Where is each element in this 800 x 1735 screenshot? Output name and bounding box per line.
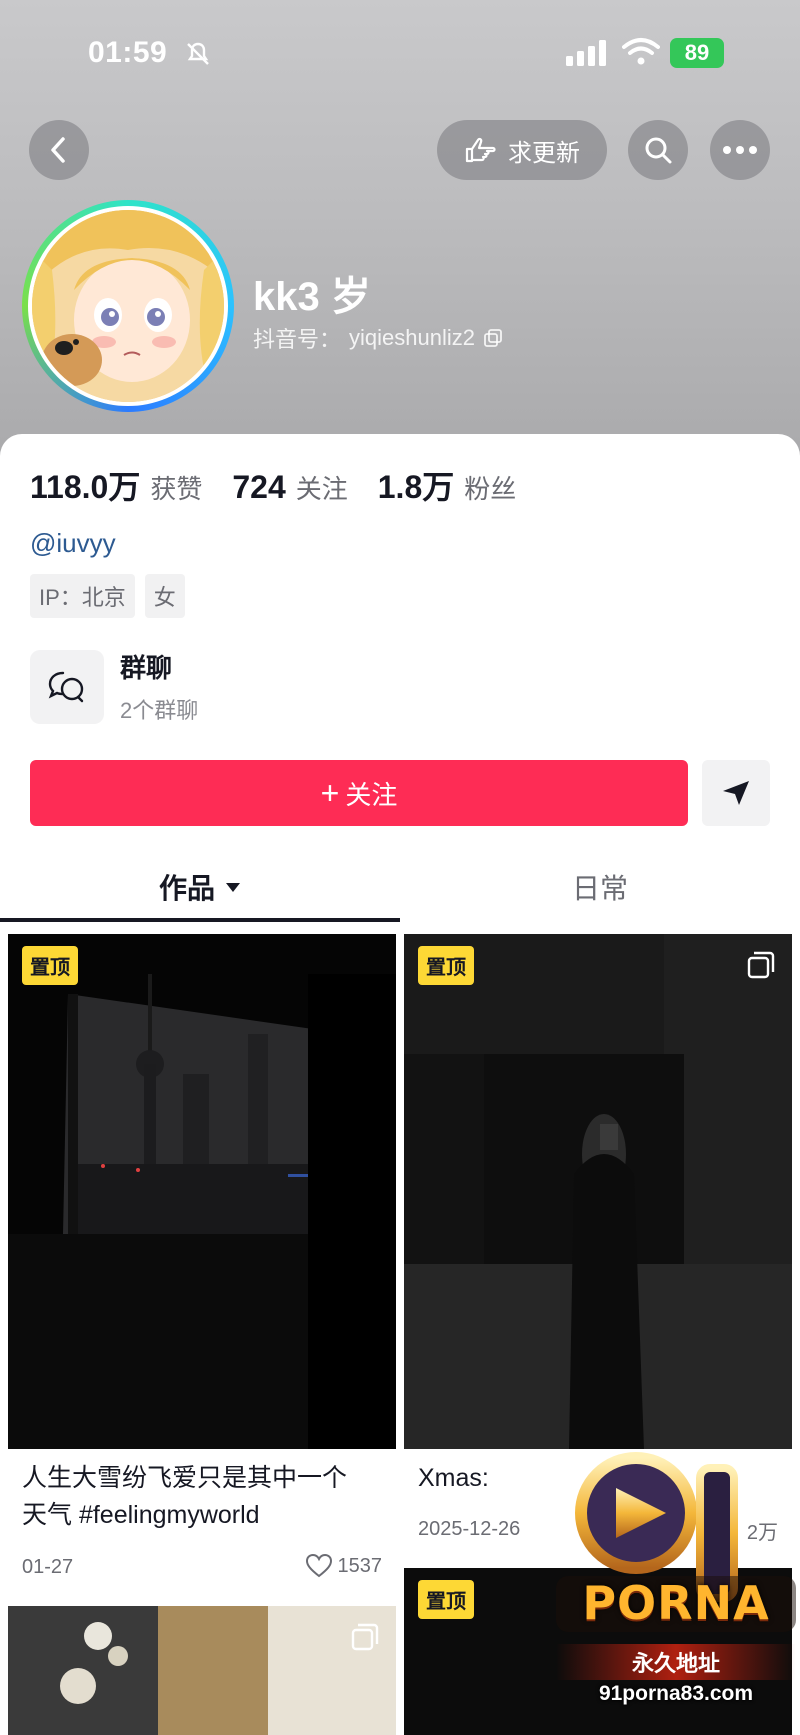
avatar[interactable] bbox=[22, 200, 234, 412]
search-icon bbox=[645, 137, 672, 164]
follow-label: 关注 bbox=[345, 779, 398, 810]
watermark-brand-number: 91 bbox=[576, 1458, 776, 1459]
follow-button[interactable]: + 关注 bbox=[30, 760, 688, 826]
status-bar: 01:59 89 bbox=[0, 0, 800, 100]
stat-label: 获赞 bbox=[150, 474, 203, 504]
group-chat-entry[interactable]: 群聊 2个群聊 bbox=[30, 648, 198, 725]
active-tab-indicator bbox=[0, 918, 400, 922]
tab-daily[interactable]: 日常 bbox=[400, 854, 800, 920]
post-thumbnail bbox=[8, 1606, 396, 1735]
cellular-signal-icon bbox=[566, 40, 606, 66]
interior-photo bbox=[8, 1606, 396, 1735]
post-date: 01-27 bbox=[22, 1556, 74, 1578]
plus-icon: + bbox=[320, 774, 340, 811]
multi-image-icon bbox=[747, 951, 775, 979]
chat-bubbles-icon bbox=[48, 671, 84, 702]
request-update-label: 求更新 bbox=[508, 139, 580, 167]
display-name: kk3 岁 bbox=[253, 275, 371, 319]
more-options-button[interactable] bbox=[710, 120, 770, 180]
post-caption: Xmas: bbox=[418, 1460, 489, 1497]
heart-icon bbox=[305, 1554, 332, 1578]
stat-label: 粉丝 bbox=[464, 474, 517, 504]
post-thumbnail bbox=[8, 934, 396, 1449]
stat-label: 关注 bbox=[295, 474, 348, 504]
profile-tags: IP：北京 女 bbox=[30, 574, 185, 618]
post-caption-line: Xmas: bbox=[418, 1464, 489, 1492]
anime-avatar-illustration bbox=[32, 210, 224, 402]
content-tabs: 作品 日常 bbox=[0, 854, 800, 924]
group-chat-subtitle: 2个群聊 bbox=[120, 698, 199, 723]
stat-following[interactable]: 724 关注 bbox=[232, 469, 347, 506]
douyin-id-label: 抖音号： bbox=[253, 327, 342, 352]
more-dots-icon bbox=[723, 146, 757, 154]
mirror-selfie-photo bbox=[404, 934, 792, 1449]
caret-down-icon bbox=[226, 883, 240, 892]
tab-works-label: 作品 bbox=[158, 873, 215, 904]
search-button[interactable] bbox=[628, 120, 688, 180]
request-update-button[interactable]: 求更新 bbox=[437, 120, 607, 180]
group-chat-icon-box bbox=[30, 649, 104, 724]
battery-indicator: 89 bbox=[670, 38, 724, 68]
chevron-left-icon bbox=[51, 137, 65, 163]
pinned-badge: 置顶 bbox=[418, 946, 474, 985]
pointing-hand-icon bbox=[465, 137, 496, 163]
post-card[interactable] bbox=[8, 1606, 396, 1735]
post-caption: 人生大雪纷飞爱只是其中一个 天气 #feelingmyworld bbox=[22, 1460, 347, 1534]
group-chat-title: 群聊 bbox=[120, 653, 173, 683]
profile-header: 01:59 89 求更新 kk3 岁 抖音号： yiqieshunliz2 bbox=[0, 0, 800, 470]
wifi-icon bbox=[622, 38, 660, 65]
post-likes-count: 1537 bbox=[337, 1554, 383, 1577]
douyin-id-value: yiqieshunliz2 bbox=[349, 325, 475, 350]
multi-image-icon bbox=[351, 1623, 379, 1651]
pinned-badge: 置顶 bbox=[22, 946, 78, 985]
share-button[interactable] bbox=[702, 760, 770, 826]
post-date: 2025-12-26 bbox=[418, 1518, 521, 1540]
post-likes: 1537 bbox=[305, 1554, 383, 1578]
ip-location-tag: IP：北京 bbox=[30, 574, 135, 618]
tab-daily-label: 日常 bbox=[571, 873, 628, 904]
watermark-logo: 91 PORNA 永久地址 91porna83.com bbox=[556, 1448, 796, 1728]
stats-row: 118.0万 获赞 724 关注 1.8万 粉丝 bbox=[30, 462, 516, 508]
post-caption-line: 天气 #feelingmyworld bbox=[22, 1501, 260, 1529]
pinned-badge: 置顶 bbox=[418, 1580, 474, 1619]
gender-tag: 女 bbox=[144, 574, 185, 618]
stat-value: 724 bbox=[232, 469, 286, 505]
avatar-image bbox=[32, 210, 224, 402]
copy-icon[interactable] bbox=[483, 328, 503, 348]
city-night-photo bbox=[8, 934, 396, 1449]
tab-works[interactable]: 作品 bbox=[0, 854, 400, 920]
watermark-subtitle: 永久地址 bbox=[556, 1644, 796, 1680]
back-button[interactable] bbox=[29, 120, 89, 180]
watermark-url: 91porna83.com bbox=[598, 1682, 754, 1705]
douyin-id: 抖音号： yiqieshunliz2 bbox=[253, 322, 503, 354]
bell-muted-icon bbox=[187, 42, 209, 65]
post-card[interactable]: 置顶 人生大雪纷飞爱只是其中一个 天气 #feelingmyworld 01-2… bbox=[8, 934, 396, 1586]
post-thumbnail bbox=[404, 934, 792, 1449]
stat-value: 1.8万 bbox=[377, 469, 455, 505]
status-time: 01:59 bbox=[88, 36, 168, 69]
bio-mention-link[interactable]: @iuvyy bbox=[30, 528, 116, 559]
stat-likes[interactable]: 118.0万 获赞 bbox=[30, 462, 202, 508]
stat-value: 118.0万 bbox=[30, 469, 141, 505]
stat-followers[interactable]: 1.8万 粉丝 bbox=[378, 462, 517, 508]
watermark-brand-name: PORNA bbox=[582, 1576, 770, 1630]
post-caption-line: 人生大雪纷飞爱只是其中一个 bbox=[22, 1464, 348, 1492]
send-arrow-icon bbox=[723, 781, 749, 805]
